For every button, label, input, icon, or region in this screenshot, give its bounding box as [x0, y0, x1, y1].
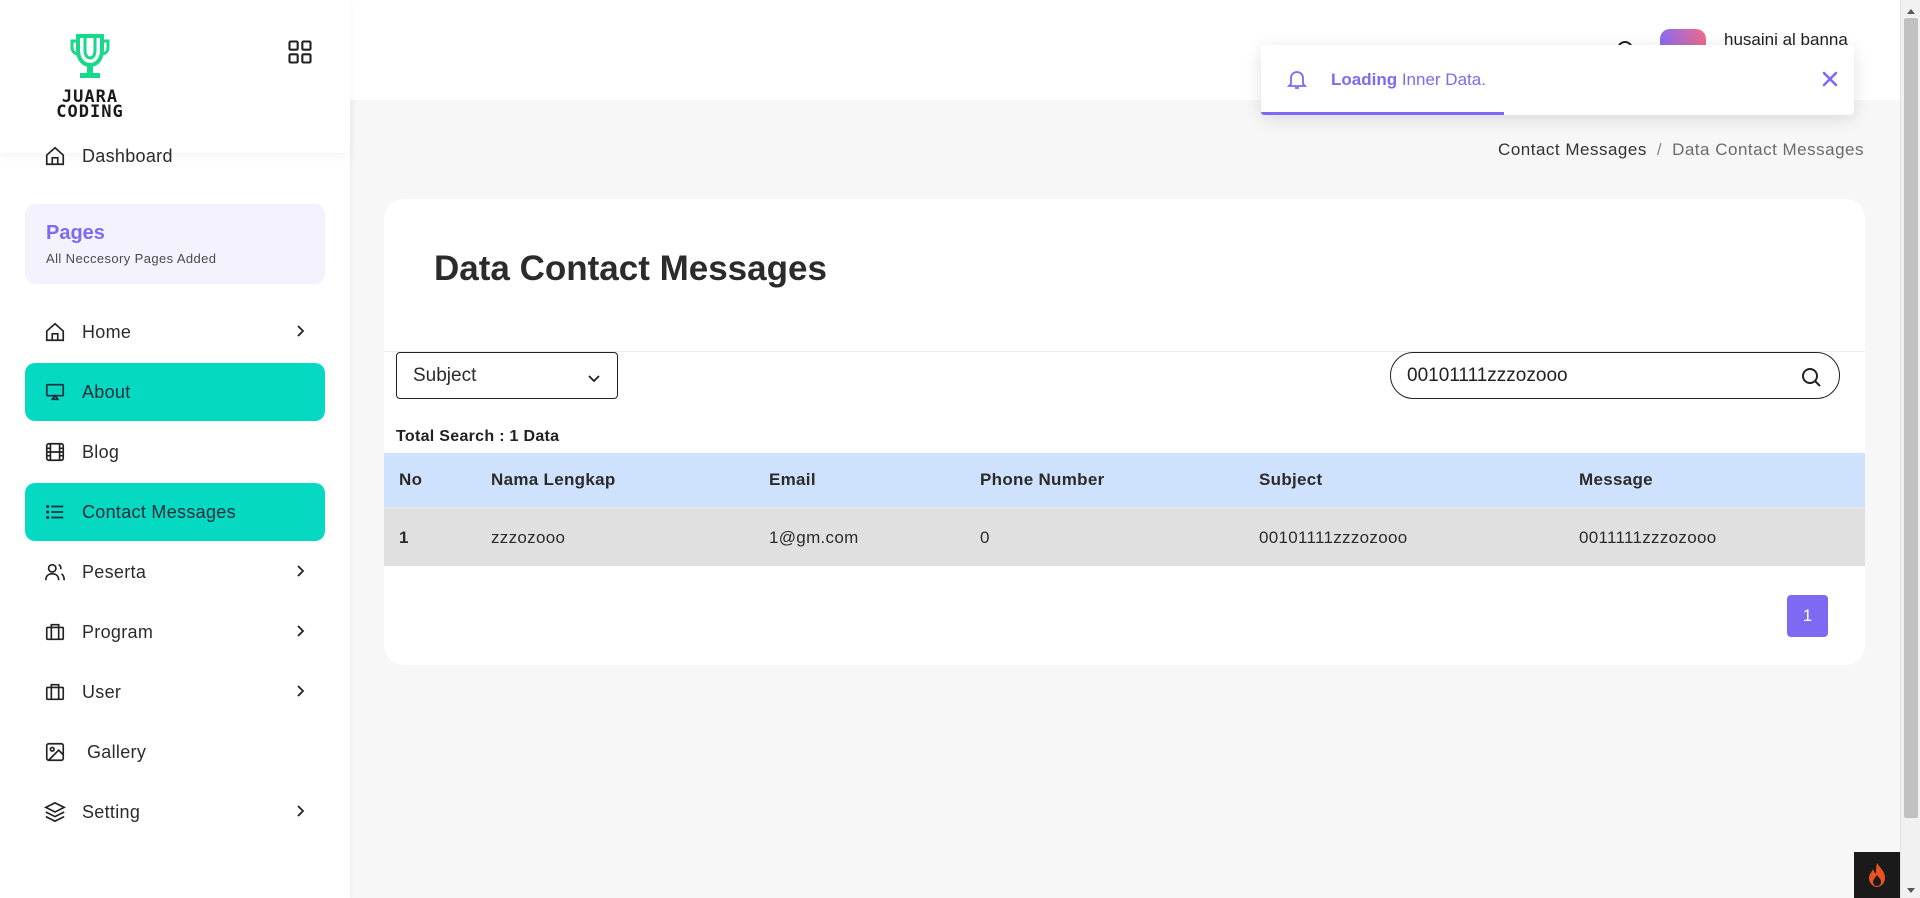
column-header-email: Email	[754, 453, 965, 509]
sidebar-item-contact-messages[interactable]: Contact Messages	[25, 483, 325, 541]
cell-no: 1	[384, 508, 476, 566]
list-icon	[44, 501, 66, 523]
scrollbar-thumb[interactable]	[1904, 18, 1918, 818]
sidebar-item-about[interactable]: About	[25, 363, 325, 421]
briefcase-icon	[44, 621, 66, 643]
image-icon	[44, 741, 66, 763]
toast-message-text: Inner Data.	[1397, 70, 1486, 89]
breadcrumb-parent-link[interactable]: Contact Messages	[1498, 140, 1647, 159]
cell-email: 1@gm.com	[754, 508, 965, 566]
layers-icon	[44, 801, 66, 823]
column-header-message: Message	[1564, 453, 1865, 509]
flame-icon[interactable]	[1854, 852, 1900, 898]
pages-section: Pages All Neccesory Pages Added	[25, 204, 325, 284]
contact-messages-table: No Nama Lengkap Email Phone Number Subje…	[384, 453, 1865, 566]
pages-subtitle: All Neccesory Pages Added	[46, 251, 217, 266]
toast-message: Loading Inner Data.	[1331, 70, 1486, 90]
filter-select-value: Subject	[413, 364, 477, 386]
scroll-down-arrow-icon[interactable]	[1906, 882, 1916, 893]
breadcrumb-current: Data Contact Messages	[1672, 140, 1864, 159]
brand-logo[interactable]: JUARA CODING	[42, 32, 138, 122]
chevron-right-icon	[293, 624, 307, 638]
sidebar-item-blog[interactable]: Blog	[25, 423, 325, 481]
sidebar-item-setting[interactable]: Setting	[25, 783, 325, 841]
table-row[interactable]: 1 zzzozooo 1@gm.com 0 00101111zzzozooo 0…	[384, 508, 1865, 566]
chevron-right-icon	[293, 324, 307, 338]
logo-text: JUARA CODING	[42, 89, 138, 122]
column-header-phone-number: Phone Number	[965, 453, 1244, 509]
toast-progress-bar	[1261, 112, 1505, 115]
sidebar-item-label: Home	[82, 321, 132, 342]
sidebar-item-label: Blog	[82, 441, 120, 462]
cell-nama-lengkap: zzzozooo	[476, 508, 754, 566]
pages-title: Pages	[46, 222, 105, 244]
bell-icon	[1285, 67, 1309, 91]
pagination-page-1[interactable]: 1	[1787, 595, 1828, 637]
sidebar-item-label: Program	[82, 621, 154, 642]
search-input[interactable]	[1407, 364, 1787, 387]
trophy-logo-icon	[70, 34, 110, 78]
sidebar-item-user[interactable]: User	[25, 663, 325, 721]
monitor-icon	[44, 381, 66, 403]
chevron-down-icon	[587, 369, 601, 383]
logo-text-line2: CODING	[56, 102, 124, 122]
chevron-right-icon	[293, 804, 307, 818]
toast-notification: Loading Inner Data.	[1261, 45, 1854, 115]
search-icon[interactable]	[1799, 365, 1823, 389]
sidebar-item-label: Dashboard	[82, 145, 173, 166]
users-icon	[44, 561, 66, 583]
page-title: Data Contact Messages	[434, 249, 827, 288]
sidebar-item-gallery[interactable]: Gallery	[25, 723, 325, 781]
close-icon[interactable]	[1820, 69, 1840, 89]
chevron-right-icon	[293, 684, 307, 698]
sidebar-item-dashboard[interactable]: Dashboard	[25, 127, 325, 185]
column-header-nama-lengkap: Nama Lengkap	[476, 453, 754, 509]
sidebar-item-label: Peserta	[82, 561, 147, 582]
sidebar-item-label: User	[82, 681, 122, 702]
sidebar-item-label: Contact Messages	[82, 501, 236, 522]
chevron-right-icon	[293, 564, 307, 578]
sidebar-item-label: Setting	[82, 801, 141, 822]
search-field[interactable]	[1390, 352, 1840, 399]
scroll-up-arrow-icon[interactable]	[1906, 4, 1916, 14]
breadcrumb-separator: /	[1656, 140, 1663, 159]
column-header-no: No	[384, 453, 476, 509]
filter-select[interactable]: Subject	[396, 352, 618, 399]
home-icon	[44, 145, 66, 167]
page-scrollbar[interactable]	[1900, 0, 1920, 898]
sidebar-item-label: About	[82, 381, 131, 402]
total-search-count: Total Search : 1 Data	[396, 428, 560, 445]
toast-message-bold: Loading	[1331, 70, 1398, 89]
breadcrumb: Contact Messages / Data Contact Messages	[1498, 140, 1864, 160]
column-header-subject: Subject	[1244, 453, 1564, 509]
sidebar-item-peserta[interactable]: Peserta	[25, 543, 325, 601]
cell-message: 0011111zzzozooo	[1564, 508, 1865, 566]
cell-phone-number: 0	[965, 508, 1244, 566]
film-icon	[44, 441, 66, 463]
table-header-row: No Nama Lengkap Email Phone Number Subje…	[384, 453, 1865, 509]
briefcase-icon	[44, 681, 66, 703]
sidebar-item-label: Gallery	[87, 741, 147, 762]
contact-messages-card: Data Contact Messages Subject Total Sear…	[384, 199, 1865, 665]
sidebar: JUARA CODING Dashboard Pages All Necceso…	[0, 0, 350, 898]
sidebar-item-home[interactable]: Home	[25, 303, 325, 361]
grid-menu-icon[interactable]	[286, 38, 314, 66]
cell-subject: 00101111zzzozooo	[1244, 508, 1564, 566]
home-icon	[44, 321, 66, 343]
sidebar-item-program[interactable]: Program	[25, 603, 325, 661]
